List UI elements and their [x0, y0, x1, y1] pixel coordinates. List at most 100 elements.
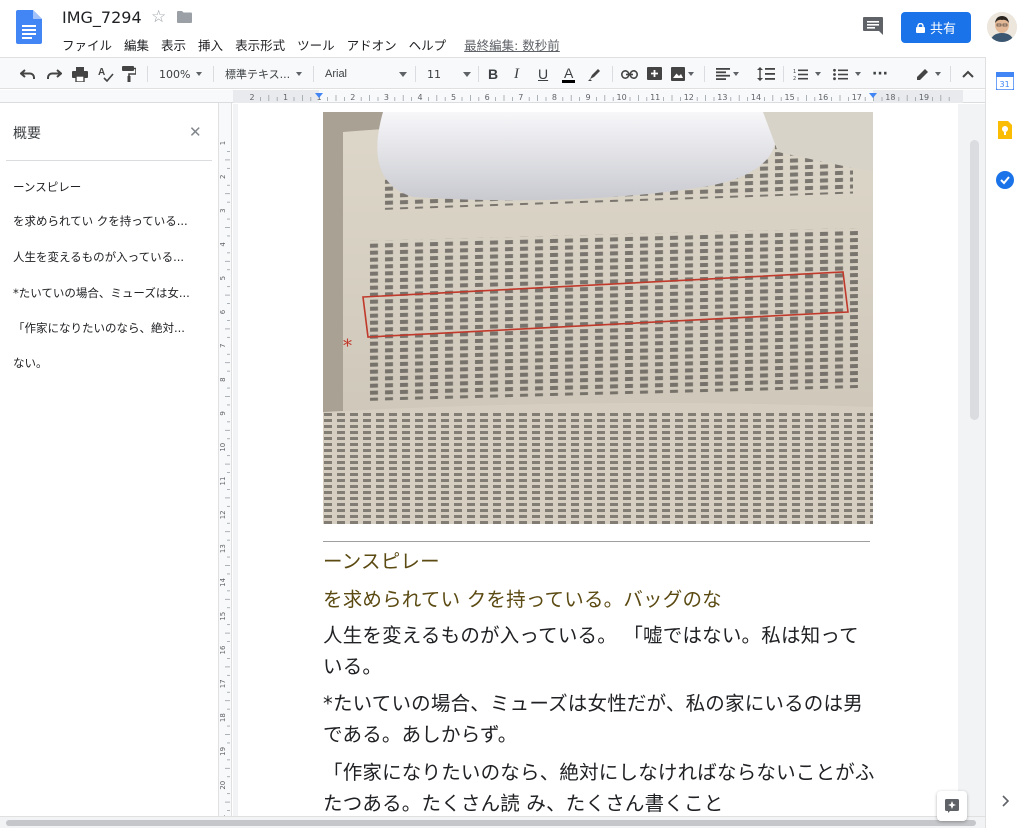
- horizontal-scrollbar[interactable]: [0, 816, 985, 828]
- menu-edit[interactable]: 編集: [124, 35, 149, 54]
- line-spacing-icon[interactable]: [757, 58, 775, 90]
- ruler-label: 2: [249, 93, 254, 102]
- expand-panel-icon[interactable]: [1001, 795, 1009, 807]
- svg-text:31: 31: [1000, 80, 1010, 89]
- ruler-label: 3: [384, 93, 389, 102]
- horizontal-scrollbar-thumb[interactable]: [6, 820, 976, 826]
- side-panel: 31: [985, 57, 1024, 828]
- zoom-select[interactable]: 100%: [159, 58, 202, 90]
- menu-addons[interactable]: アドオン: [347, 35, 397, 54]
- menu-view[interactable]: 表示: [161, 35, 186, 54]
- ruler-label: 5: [219, 276, 227, 280]
- heading-paragraph[interactable]: を求められてい クを持っている。バッグのな: [323, 584, 878, 615]
- ruler-label: 4: [417, 93, 422, 102]
- ruler-label: 13: [717, 93, 727, 102]
- editing-mode-icon[interactable]: [916, 58, 942, 90]
- explore-button[interactable]: [937, 791, 967, 821]
- bulleted-list-icon[interactable]: [833, 58, 863, 90]
- svg-text:*: *: [343, 336, 352, 357]
- docs-logo-icon[interactable]: [16, 10, 42, 44]
- outline-item[interactable]: ない。: [13, 355, 208, 371]
- ruler-label: 19: [219, 747, 227, 756]
- book-photo-image[interactable]: *: [323, 112, 873, 524]
- outline-item[interactable]: *たいていの場合、ミューズは女...: [13, 285, 208, 301]
- ruler-label: 12: [684, 93, 694, 102]
- outline-item[interactable]: ーンスピレー: [13, 179, 208, 195]
- body-paragraph[interactable]: 「作家になりたいのなら、絶対にしなければならないことがふたつある。たくさん読 み…: [323, 757, 878, 816]
- menu-help[interactable]: ヘルプ: [409, 35, 447, 54]
- underline-button[interactable]: U: [538, 58, 548, 90]
- ruler-label: 8: [552, 93, 557, 102]
- toolbar-divider: [213, 66, 214, 82]
- close-icon[interactable]: ✕: [189, 123, 202, 141]
- highlight-pen-icon[interactable]: [588, 58, 602, 90]
- chevron-down-icon: [463, 71, 471, 77]
- outline-divider: [6, 160, 212, 161]
- text-color-button[interactable]: A: [562, 58, 576, 90]
- horizontal-rule: [323, 541, 870, 542]
- vertical-ruler-scale: 123456789101112131415161718192021: [219, 141, 230, 828]
- tasks-icon[interactable]: [996, 171, 1014, 189]
- add-comment-icon[interactable]: [647, 58, 662, 90]
- outline-item[interactable]: を求められてい クを持っている...: [13, 213, 208, 229]
- account-avatar[interactable]: [987, 12, 1017, 42]
- share-button[interactable]: 共有: [901, 12, 971, 43]
- ruler-label: 2: [219, 175, 227, 179]
- align-select-icon[interactable]: [716, 58, 740, 90]
- svg-text:1: 1: [793, 69, 796, 75]
- svg-text:A: A: [98, 67, 105, 78]
- vertical-scrollbar[interactable]: [970, 140, 979, 420]
- horizontal-ruler[interactable]: 2112345678910111213141516171819: [233, 90, 963, 103]
- body-paragraph[interactable]: *たいていの場合、ミューズは女性だが、私の家にいるのは男である。あしからず。: [323, 688, 878, 750]
- outline-item[interactable]: 「作家になりたいのなら、絶対...: [13, 320, 208, 336]
- font-select[interactable]: Arial: [325, 58, 407, 90]
- ruler-label: 4: [219, 242, 227, 247]
- more-options-icon[interactable]: ···: [872, 58, 888, 90]
- menu-file[interactable]: ファイル: [62, 35, 112, 54]
- calendar-icon[interactable]: 31: [996, 72, 1014, 90]
- document-title[interactable]: IMG_7294: [62, 8, 142, 27]
- ruler-label: 14: [751, 93, 761, 102]
- document-canvas: * ーンスピレー を求められてい クを持っている。バッグのな 人生を変えるものが…: [233, 104, 985, 816]
- ruler-label: 2: [350, 93, 355, 102]
- body-paragraph[interactable]: 人生を変えるものが入っている。 「嘘ではない。私は知っている。: [323, 620, 878, 682]
- collapse-menus-icon[interactable]: [962, 58, 974, 90]
- print-icon[interactable]: [72, 58, 88, 90]
- chevron-down-icon: [399, 71, 407, 77]
- ruler-label: 19: [919, 93, 929, 102]
- ruler-label: 18: [219, 713, 227, 722]
- folder-icon[interactable]: [177, 11, 192, 23]
- undo-icon[interactable]: [20, 58, 36, 90]
- italic-button[interactable]: I: [514, 58, 519, 90]
- font-name: Arial: [325, 68, 348, 80]
- heading-paragraph[interactable]: ーンスピレー: [323, 546, 878, 577]
- menu-insert[interactable]: 挿入: [198, 35, 223, 54]
- ruler-label: 12: [219, 510, 227, 519]
- insert-image-icon[interactable]: [671, 58, 695, 90]
- toolbar-divider: [950, 66, 951, 82]
- ruler-label: 17: [852, 93, 862, 102]
- paragraph-style-select[interactable]: 標準テキス...: [225, 58, 305, 90]
- last-edit-link[interactable]: 最終編集: 数秒前: [464, 35, 560, 54]
- menu-format[interactable]: 表示形式: [235, 35, 285, 54]
- ruler-label: 16: [219, 645, 227, 654]
- font-size-select[interactable]: 11: [427, 58, 471, 90]
- star-icon[interactable]: ☆: [151, 7, 166, 27]
- outline-item[interactable]: 人生を変えるものが入っている...: [13, 249, 208, 265]
- vertical-ruler[interactable]: 123456789101112131415161718192021: [218, 103, 232, 828]
- menu-bar: ファイル 編集 表示 挿入 表示形式 ツール アドオン ヘルプ 最終編集: 数秒…: [62, 35, 572, 54]
- numbered-list-icon[interactable]: 12: [793, 58, 823, 90]
- link-icon[interactable]: [621, 58, 638, 90]
- bold-button[interactable]: B: [488, 58, 498, 90]
- ruler-label: 16: [818, 93, 828, 102]
- paint-format-icon[interactable]: [122, 58, 136, 90]
- document-page[interactable]: * ーンスピレー を求められてい クを持っている。バッグのな 人生を変えるものが…: [238, 104, 958, 816]
- keep-icon[interactable]: [996, 121, 1014, 139]
- redo-icon[interactable]: [46, 58, 62, 90]
- ruler-label: 17: [219, 679, 227, 688]
- spellcheck-icon[interactable]: A: [98, 58, 114, 90]
- comment-history-icon[interactable]: [862, 16, 884, 36]
- ruler-label: 5: [451, 93, 456, 102]
- ruler-label: 18: [885, 93, 895, 102]
- menu-tools[interactable]: ツール: [297, 35, 335, 54]
